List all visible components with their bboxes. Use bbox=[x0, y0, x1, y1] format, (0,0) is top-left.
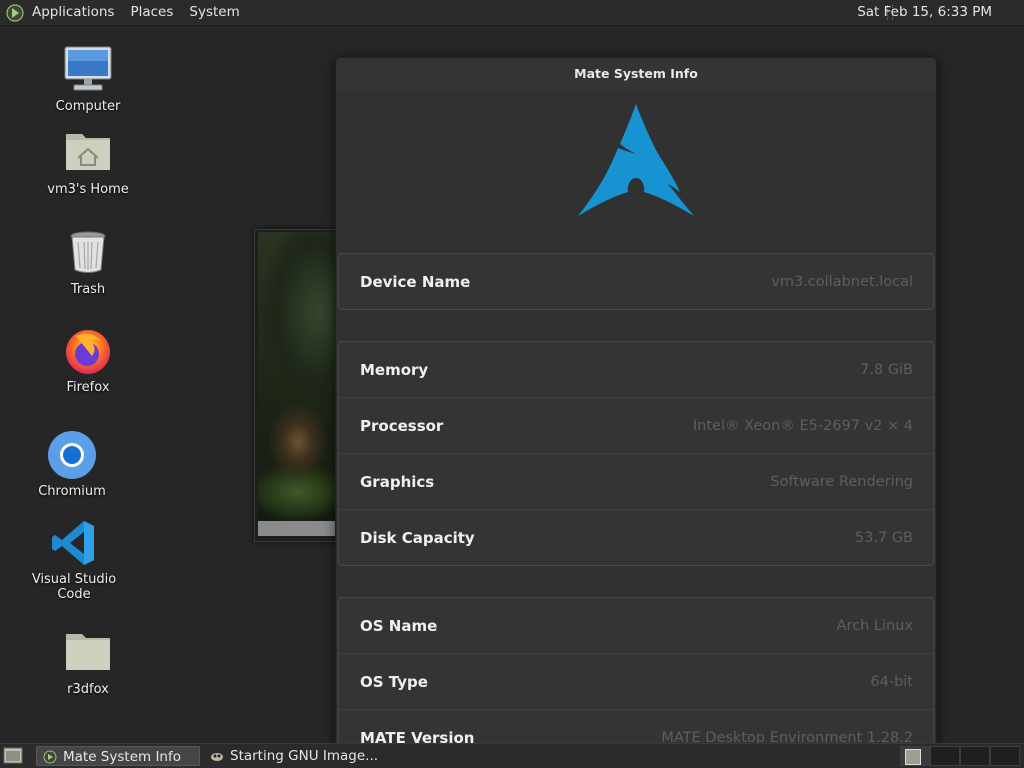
desktop-icon-vscode[interactable]: Visual Studio Code bbox=[19, 518, 129, 602]
mate-icon bbox=[43, 750, 57, 764]
background-image-window[interactable] bbox=[254, 229, 340, 542]
info-key: Memory bbox=[360, 360, 429, 379]
window-titlebar[interactable]: Mate System Info bbox=[336, 58, 936, 91]
chromium-icon bbox=[46, 430, 98, 480]
info-key: OS Name bbox=[360, 616, 438, 635]
computer-icon bbox=[62, 45, 114, 95]
home-folder-icon bbox=[62, 128, 114, 178]
taskbar-item-label: Starting GNU Image... bbox=[230, 748, 379, 764]
info-row-processor: Processor Intel® Xeon® E5-2697 v2 × 4 bbox=[339, 398, 933, 454]
desktop-icon-firefox[interactable]: Firefox bbox=[33, 326, 143, 395]
info-value: 7.8 GiB bbox=[860, 361, 913, 378]
info-row-device-name: Device Name vm3.collabnet.local bbox=[339, 254, 933, 309]
background-photo bbox=[258, 232, 338, 522]
applications-menu[interactable]: Applications bbox=[24, 0, 122, 25]
workspace-1[interactable] bbox=[900, 746, 930, 766]
show-desktop-icon[interactable] bbox=[3, 747, 23, 764]
desktop-icon-home[interactable]: vm3's Home bbox=[33, 128, 143, 197]
system-info-window: Mate System Info Device Name vm3.collabn… bbox=[335, 57, 937, 749]
desktop-icon-chromium[interactable]: Chromium bbox=[17, 430, 127, 499]
info-value: Arch Linux bbox=[836, 617, 913, 634]
hardware-group: Memory 7.8 GiB Processor Intel® Xeon® E5… bbox=[338, 341, 934, 566]
logo-area bbox=[336, 91, 936, 251]
taskbar-item-system-info[interactable]: Mate System Info bbox=[36, 746, 200, 766]
info-row-graphics: Graphics Software Rendering bbox=[339, 454, 933, 510]
info-row-os-name: OS Name Arch Linux bbox=[339, 598, 933, 654]
desktop-icon-label: Chromium bbox=[38, 484, 106, 499]
info-value: vm3.collabnet.local bbox=[771, 273, 913, 290]
trash-icon bbox=[62, 228, 114, 278]
desktop-icon-computer[interactable]: Computer bbox=[33, 45, 143, 114]
bottom-panel: Mate System Info Starting GNU Image... bbox=[0, 743, 1024, 768]
info-key: OS Type bbox=[360, 672, 428, 691]
info-value: 64-bit bbox=[870, 673, 913, 690]
info-value: Software Rendering bbox=[770, 473, 913, 490]
info-row-os-type: OS Type 64-bit bbox=[339, 654, 933, 710]
info-key: Device Name bbox=[360, 272, 471, 291]
info-row-disk-capacity: Disk Capacity 53.7 GB bbox=[339, 510, 933, 565]
folder-icon bbox=[62, 628, 114, 678]
clock[interactable]: Sat Feb 15, 6:33 PM bbox=[857, 0, 992, 25]
desktop-icon-trash[interactable]: Trash bbox=[33, 228, 143, 297]
top-panel: Applications Places System Sat Feb 15, 6… bbox=[0, 0, 1024, 26]
desktop-icon-label: Trash bbox=[70, 282, 106, 297]
firefox-icon bbox=[62, 326, 114, 376]
vscode-icon bbox=[48, 518, 100, 568]
window-title: Mate System Info bbox=[574, 66, 698, 81]
system-menu[interactable]: System bbox=[181, 0, 247, 25]
workspace-3[interactable] bbox=[960, 746, 990, 766]
desktop-icon-label: Computer bbox=[55, 99, 121, 114]
device-group: Device Name vm3.collabnet.local bbox=[338, 253, 934, 310]
info-key: Graphics bbox=[360, 472, 435, 491]
desktop-icon-label: Firefox bbox=[66, 380, 110, 395]
taskbar-item-label: Mate System Info bbox=[63, 749, 181, 765]
taskbar-item-gimp[interactable]: Starting GNU Image... bbox=[204, 746, 394, 766]
info-row-memory: Memory 7.8 GiB bbox=[339, 342, 933, 398]
arch-linux-logo-icon bbox=[578, 104, 694, 216]
info-value: Intel® Xeon® E5-2697 v2 × 4 bbox=[692, 417, 913, 434]
software-group: OS Name Arch Linux OS Type 64-bit MATE V… bbox=[338, 597, 934, 748]
info-key: Processor bbox=[360, 416, 444, 435]
workspace-4[interactable] bbox=[990, 746, 1020, 766]
desktop-icon-r3dfox[interactable]: r3dfox bbox=[33, 628, 143, 697]
mate-menu-icon[interactable] bbox=[6, 3, 24, 22]
desktop-icon-label: vm3's Home bbox=[47, 182, 129, 197]
gimp-icon bbox=[211, 753, 223, 761]
workspace-2[interactable] bbox=[930, 746, 960, 766]
desktop-icon-label: Visual Studio Code bbox=[31, 572, 117, 602]
background-window-scrollbar[interactable] bbox=[258, 521, 338, 536]
info-key: Disk Capacity bbox=[360, 528, 475, 547]
desktop-icon-label: r3dfox bbox=[67, 682, 109, 697]
info-value: 53.7 GB bbox=[854, 529, 913, 546]
places-menu[interactable]: Places bbox=[122, 0, 181, 25]
